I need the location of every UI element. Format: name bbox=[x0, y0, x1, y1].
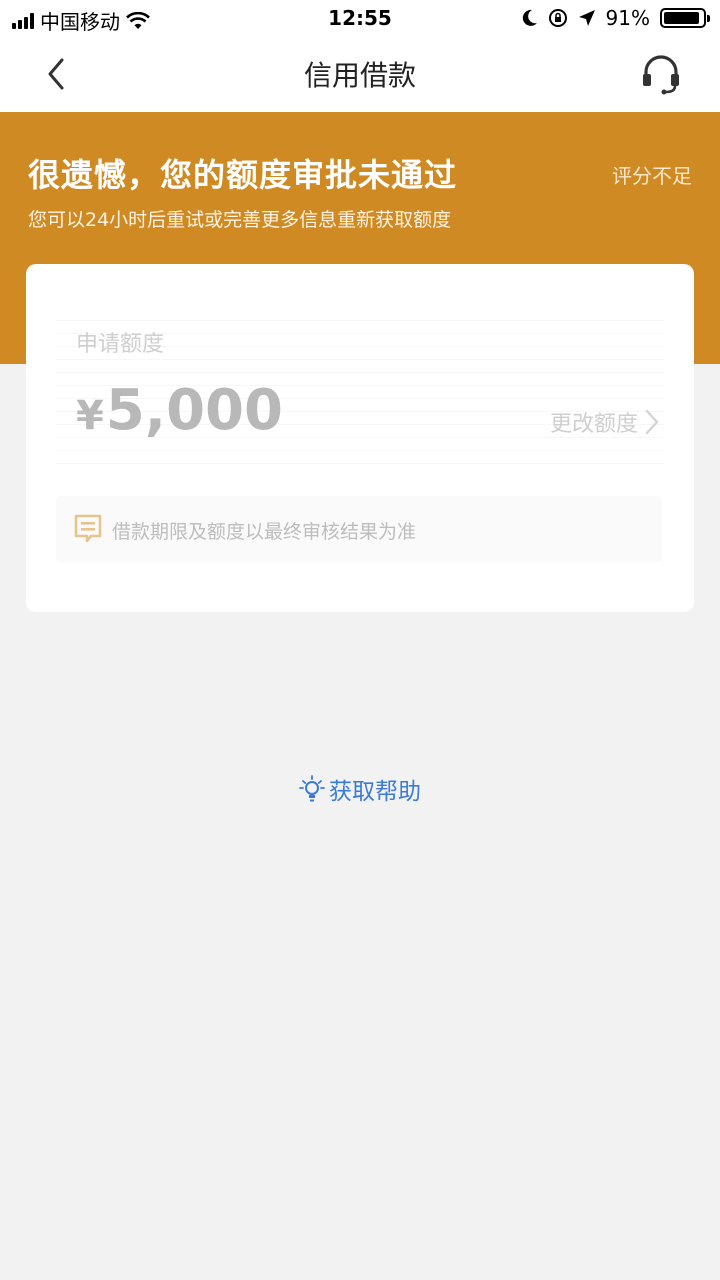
currency-symbol: ¥ bbox=[76, 393, 104, 439]
amount-label: 申请额度 bbox=[76, 332, 165, 357]
notice-text: 借款期限及额度以最终审核结果为准 bbox=[112, 521, 417, 543]
status-bar: 中国移动 12:55 91% bbox=[0, 0, 720, 36]
headset-icon bbox=[643, 55, 679, 95]
battery-percent: 91% bbox=[605, 6, 650, 30]
amount-card: 申请额度 ¥5,000 更改额度 借款期限及额度以最终审核结果为准 bbox=[26, 264, 694, 612]
customer-service-button[interactable] bbox=[638, 52, 684, 98]
rejection-reason-tag: 评分不足 bbox=[612, 164, 692, 188]
nav-bar: 信用借款 bbox=[0, 36, 720, 112]
moon-icon bbox=[522, 9, 537, 26]
page-title: 信用借款 bbox=[303, 59, 416, 92]
rotation-lock-icon bbox=[548, 9, 567, 27]
banner-title: 很遗憾，您的额度审批未通过 bbox=[28, 156, 458, 194]
amount-value: ¥5,000 bbox=[76, 378, 283, 443]
status-right: 91% bbox=[522, 6, 710, 30]
change-amount-label: 更改额度 bbox=[549, 412, 638, 437]
help-section: 获取帮助 bbox=[0, 772, 720, 811]
battery-icon bbox=[660, 8, 710, 28]
message-icon bbox=[74, 514, 102, 543]
get-help-label: 获取帮助 bbox=[329, 779, 421, 805]
chevron-right-icon bbox=[645, 409, 659, 435]
get-help-link[interactable]: 获取帮助 bbox=[299, 772, 421, 806]
location-arrow-icon bbox=[578, 10, 595, 26]
lightbulb-icon bbox=[299, 775, 325, 802]
battery-fill bbox=[664, 12, 699, 24]
change-amount-button[interactable]: 更改额度 bbox=[550, 406, 660, 438]
amount-number: 5,000 bbox=[105, 378, 283, 443]
banner-subtitle: 您可以24小时后重试或完善更多信息重新获取额度 bbox=[28, 209, 452, 231]
notice-box: 借款期限及额度以最终审核结果为准 bbox=[56, 496, 662, 562]
